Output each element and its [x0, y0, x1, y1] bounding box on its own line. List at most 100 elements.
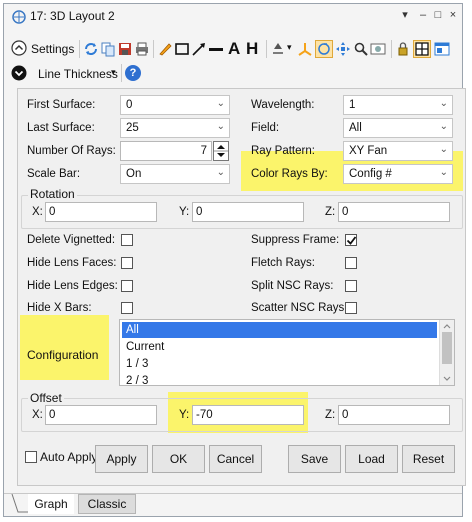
color-rays-by-value: Config #: [349, 168, 392, 180]
rotation-z-input[interactable]: 0: [338, 202, 450, 222]
chevron-down-icon: ⌄: [439, 121, 448, 132]
rotation-z-value: 0: [342, 206, 349, 218]
rotation-y-input[interactable]: 0: [192, 202, 304, 222]
ok-button[interactable]: OK: [152, 445, 205, 473]
toolbar-separator: [79, 40, 80, 58]
hide-lens-faces-checkbox[interactable]: [121, 257, 133, 269]
chevron-down-icon: ⌄: [439, 167, 448, 178]
fletch-rays-checkbox[interactable]: [345, 257, 357, 269]
image-icon[interactable]: [370, 41, 386, 57]
print-icon[interactable]: [134, 41, 150, 57]
offset-label: Offset: [28, 391, 64, 405]
tab-classic[interactable]: Classic: [78, 494, 136, 514]
config-item-all[interactable]: All: [122, 322, 437, 338]
ray-pattern-select[interactable]: XY Fan ⌄: [343, 141, 453, 161]
chevron-down-icon: ⌄: [439, 98, 448, 109]
load-button[interactable]: Load: [345, 445, 398, 473]
cancel-button[interactable]: Cancel: [209, 445, 262, 473]
first-surface-value: 0: [126, 99, 133, 111]
rectangle-icon[interactable]: [174, 41, 190, 57]
configuration-list[interactable]: All Current 1 / 3 2 / 3: [119, 319, 455, 386]
refresh-icon[interactable]: [83, 41, 99, 57]
ray-pattern-label: Ray Pattern:: [251, 145, 315, 157]
settings-button[interactable]: Settings: [31, 42, 74, 56]
toolbar-separator: [391, 40, 392, 58]
apply-button[interactable]: Apply: [95, 445, 148, 473]
maximize-button[interactable]: □: [431, 7, 445, 23]
save-icon[interactable]: [117, 41, 133, 57]
line-icon[interactable]: [208, 41, 224, 57]
split-nsc-rays-label: Split NSC Rays:: [251, 280, 334, 292]
dimension-tool-icon[interactable]: H: [246, 39, 258, 59]
number-of-rays-label: Number Of Rays:: [27, 145, 116, 157]
move-icon[interactable]: [335, 41, 351, 57]
close-button[interactable]: ×: [446, 7, 460, 23]
offset-y-value: -70: [196, 409, 213, 421]
offset-x-input[interactable]: 0: [45, 405, 157, 425]
hide-x-bars-checkbox[interactable]: [121, 302, 133, 314]
save-button[interactable]: Save: [288, 445, 341, 473]
window-layout-icon[interactable]: [434, 41, 450, 57]
first-surface-select[interactable]: 0 ⌄: [120, 95, 230, 115]
config-item-2-of-3[interactable]: 2 / 3: [122, 373, 437, 385]
number-of-rays-value: 7: [200, 145, 207, 157]
title-bar[interactable]: 17: 3D Layout 2 ▾ – □ ×: [4, 4, 462, 28]
scatter-nsc-rays-checkbox[interactable]: [345, 302, 357, 314]
copy-icon[interactable]: [100, 41, 116, 57]
color-rays-by-select[interactable]: Config # ⌄: [343, 164, 453, 184]
number-of-rays-input[interactable]: 7: [120, 141, 212, 161]
grid-layout-icon[interactable]: [413, 40, 431, 58]
hide-lens-edges-label: Hide Lens Edges:: [27, 280, 118, 292]
scale-bar-label: Scale Bar:: [27, 168, 81, 180]
zoom-icon[interactable]: [353, 41, 369, 57]
text-tool-icon[interactable]: A: [228, 39, 240, 59]
config-scrollbar[interactable]: [439, 320, 454, 385]
zoom-dropdown-arrow[interactable]: ▾: [287, 42, 292, 53]
suppress-frame-checkbox[interactable]: [345, 234, 357, 246]
tab-graph[interactable]: Graph: [28, 494, 74, 514]
wavelength-label: Wavelength:: [251, 99, 315, 111]
axis-icon[interactable]: [297, 41, 313, 57]
line-thickness-button[interactable]: Line Thickness: [38, 67, 118, 81]
scale-bar-select[interactable]: On ⌄: [120, 164, 230, 184]
offset-z-label: Z:: [325, 409, 336, 421]
delete-vignetted-label: Delete Vignetted:: [27, 234, 116, 246]
split-nsc-rays-checkbox[interactable]: [345, 280, 357, 292]
auto-apply-checkbox[interactable]: [25, 451, 37, 463]
scale-bar-value: On: [126, 168, 142, 180]
help-icon[interactable]: ?: [125, 65, 141, 81]
pencil-icon[interactable]: [157, 41, 173, 57]
field-label: Field:: [251, 122, 280, 134]
wavelength-select[interactable]: 1 ⌄: [343, 95, 453, 115]
zoom-pan-icon[interactable]: [270, 41, 286, 57]
toolbar-separator: [266, 40, 267, 58]
ray-pattern-value: XY Fan: [349, 145, 388, 157]
lock-icon[interactable]: [395, 41, 411, 57]
window-icon: [12, 10, 26, 27]
rotation-x-input[interactable]: 0: [45, 202, 157, 222]
window-menu-button[interactable]: ▾: [398, 7, 412, 23]
config-item-current[interactable]: Current: [122, 339, 437, 355]
line-thickness-dropdown-arrow[interactable]: ▾: [111, 67, 116, 78]
expand-icon[interactable]: [11, 65, 27, 81]
last-surface-value: 25: [126, 122, 139, 134]
config-item-1-of-3[interactable]: 1 / 3: [122, 356, 437, 372]
reset-button[interactable]: Reset: [402, 445, 455, 473]
field-value: All: [349, 122, 362, 134]
offset-y-label: Y:: [179, 409, 190, 421]
offset-z-input[interactable]: 0: [338, 405, 450, 425]
arrow-line-icon[interactable]: [191, 41, 207, 57]
delete-vignetted-checkbox[interactable]: [121, 234, 133, 246]
rotation-label: Rotation: [28, 187, 77, 201]
rotate-icon[interactable]: [315, 40, 333, 58]
last-surface-select[interactable]: 25 ⌄: [120, 118, 230, 138]
field-select[interactable]: All ⌄: [343, 118, 453, 138]
offset-y-input[interactable]: -70: [192, 405, 304, 425]
toolbar-separator: [121, 64, 122, 82]
auto-apply-label: Auto Apply: [40, 450, 98, 464]
rotation-y-label: Y:: [179, 206, 190, 218]
hide-lens-edges-checkbox[interactable]: [121, 280, 133, 292]
rays-stepper[interactable]: [213, 141, 229, 161]
settings-toggle-icon[interactable]: [11, 40, 27, 56]
minimize-button[interactable]: –: [416, 7, 430, 23]
